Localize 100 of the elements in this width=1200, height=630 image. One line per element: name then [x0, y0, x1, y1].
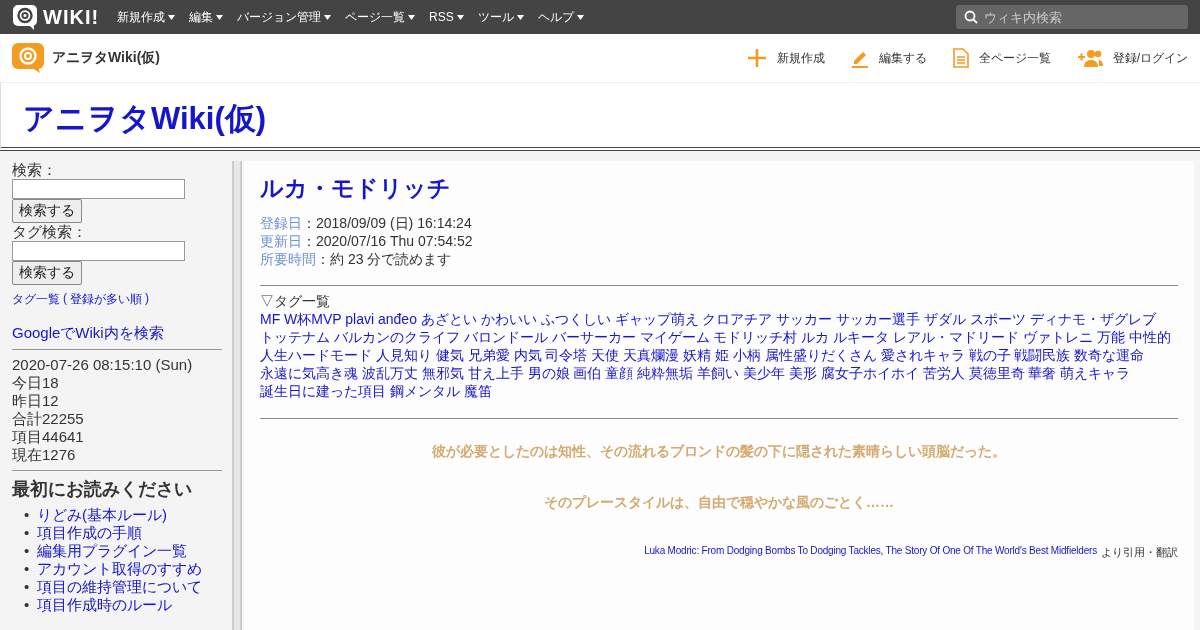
menu-item[interactable]: バージョン管理 [237, 8, 332, 26]
tag-link[interactable]: 莫徳里奇 [968, 365, 1025, 381]
tag-link[interactable]: 華奢 [1028, 365, 1057, 381]
tag-link[interactable]: 妖精 [683, 347, 712, 363]
tag-link[interactable]: 小柄 [732, 347, 761, 363]
tag-link[interactable]: 内気 [513, 347, 542, 363]
at-logo-icon[interactable] [12, 43, 44, 73]
tag-link[interactable]: 鋼メンタル [389, 383, 460, 399]
tag-link[interactable]: 美少年 [743, 365, 785, 381]
tag-link[interactable]: 万能 [1096, 329, 1125, 345]
guide-link[interactable]: 項目作成時のルール [37, 596, 172, 613]
bullet: • [24, 542, 31, 560]
plus-icon [746, 48, 767, 68]
tag-link[interactable]: 戦闘民族 [1014, 347, 1071, 363]
tag-link[interactable]: バロンドール [463, 329, 548, 345]
tag-link[interactable]: 天真爛漫 [623, 347, 680, 363]
tag-search-button[interactable]: 検索する [12, 261, 82, 285]
tag-link[interactable]: 画伯 [573, 365, 602, 381]
menu-item[interactable]: ヘルプ [537, 8, 584, 26]
tag-link[interactable]: クロアチア [702, 311, 773, 327]
tags-heading[interactable]: ▽タグ一覧 [260, 292, 1178, 310]
guide-link[interactable]: 編集用プラグイン一覧 [37, 542, 187, 559]
tag-link[interactable]: W杯MVP [284, 311, 342, 327]
search-input[interactable] [12, 179, 185, 199]
popular-tags-link[interactable]: 登録が多い順 [70, 291, 142, 308]
tag-link[interactable]: 苦労人 [922, 365, 965, 381]
menu-item[interactable]: ツール [477, 8, 524, 26]
tag-link[interactable]: 人見知り [375, 347, 432, 363]
tag-search-input[interactable] [12, 241, 185, 261]
menu-item[interactable]: 新規作成 [117, 8, 176, 26]
tag-link[interactable]: 健気 [435, 347, 464, 363]
quote-text: 彼が必要としたのは知性、その流れるブロンドの髪の下に隠された素晴らしい頭脳だった。 [431, 443, 1007, 461]
tag-link[interactable]: 誕生日に建った項目 [260, 383, 386, 399]
tag-link[interactable]: plavi anđeo [345, 311, 417, 327]
guide-link[interactable]: りどみ(基本ルール) [37, 506, 167, 523]
tag-link[interactable]: 人生ハードモード [260, 347, 372, 363]
guide-link[interactable]: 項目の維持管理について [37, 578, 202, 595]
tag-link[interactable]: スポーツ [969, 311, 1026, 327]
header-action-link[interactable]: 編集する [850, 48, 927, 68]
site-name[interactable]: アニヲタWiki(仮) [52, 49, 160, 67]
document-icon [952, 48, 969, 68]
tag-link[interactable]: 腐女子ホイホイ [820, 365, 919, 381]
tag-link[interactable]: バーサーカー [551, 329, 636, 345]
google-search-link[interactable]: GoogleでWiki内を検索 [12, 324, 232, 343]
site-title[interactable]: アニヲタWiki(仮) [23, 90, 267, 140]
tag-link[interactable]: あざとい [420, 311, 477, 327]
tag-link[interactable]: 無邪気 [421, 365, 464, 381]
search-button[interactable]: 検索する [12, 199, 82, 223]
tag-link[interactable]: 姫 [715, 347, 729, 363]
source-link[interactable]: Luka Modric: From Dodging Bombs To Dodging Tackles, The Story Of One Of The World's Best Midfielders [644, 545, 1097, 560]
search-icon [964, 10, 978, 24]
at-logo-icon [12, 4, 40, 30]
header-action-link[interactable]: 登録/ログイン [1076, 48, 1188, 68]
tag-link[interactable]: レアル・マドリード [893, 329, 1020, 345]
article-title[interactable]: ルカ・モドリッチ [260, 173, 1178, 204]
counter-text: 2020-07-26 08:15:10 (Sun) [12, 356, 194, 374]
tag-link[interactable]: ザダル [924, 311, 967, 327]
tag-link[interactable]: 兄弟愛 [467, 347, 510, 363]
tag-link[interactable]: ギャップ萌え [614, 311, 699, 327]
guide-link[interactable]: アカウント取得のすすめ [37, 560, 202, 577]
tag-link[interactable]: マイゲーム [639, 329, 710, 345]
tag-link[interactable]: ルカ [801, 329, 830, 345]
tag-link[interactable]: ルキータ [833, 329, 890, 345]
tag-link[interactable]: 萌えキャラ [1060, 365, 1131, 381]
tag-link[interactable]: 童顔 [605, 365, 634, 381]
tag-link[interactable]: 美形 [788, 365, 817, 381]
tag-link[interactable]: サッカー [776, 311, 833, 327]
menu-item[interactable]: RSS [429, 8, 464, 26]
tag-link[interactable]: モドリッチ村 [713, 329, 798, 345]
tag-link[interactable]: 純粋無垢 [637, 365, 694, 381]
tag-link[interactable]: 波乱万丈 [361, 365, 418, 381]
tag-link[interactable]: ヴァトレニ [1023, 329, 1093, 345]
guide-link[interactable]: 項目作成の手順 [37, 524, 142, 541]
tag-link[interactable]: バルカンのクライフ [333, 329, 460, 345]
search-field[interactable]: ウィキ内検索 [956, 5, 1188, 29]
menu-item[interactable]: ページ一覧 [345, 8, 416, 26]
tag-link[interactable]: 魔笛 [463, 383, 492, 399]
tag-link[interactable]: ふつくしい [540, 311, 611, 327]
tag-link[interactable]: ディナモ・ザグレブ [1029, 311, 1156, 327]
tag-link[interactable]: 中性的 [1128, 329, 1171, 345]
tag-link[interactable]: 永遠に気高き魂 [260, 365, 358, 381]
tag-link[interactable]: 数奇な運命 [1074, 347, 1145, 363]
wiki-logo-text[interactable]: WIKI! [43, 5, 100, 29]
tag-link[interactable]: 甘え上手 [467, 365, 524, 381]
tag-link[interactable]: 戦の子 [968, 347, 1011, 363]
tag-list-link[interactable]: タグ一覧 [12, 291, 60, 308]
tag-link[interactable]: 天使 [591, 347, 620, 363]
tag-link[interactable]: 羊飼い [697, 365, 740, 381]
tag-link[interactable]: 属性盛りだくさん [764, 347, 877, 363]
tag-link[interactable]: かわいい [480, 311, 537, 327]
counter-text: 現在1276 [12, 446, 77, 464]
header-action-link[interactable]: 全ページ一覧 [952, 48, 1051, 68]
tag-link[interactable]: 男の娘 [527, 365, 570, 381]
header-action-link[interactable]: 新規作成 [746, 48, 825, 68]
tag-link[interactable]: トッテナム [260, 329, 330, 345]
tag-link[interactable]: 愛されキャラ [880, 347, 965, 363]
tag-link[interactable]: 司令塔 [545, 347, 588, 363]
tag-link[interactable]: MF [260, 311, 281, 327]
tag-link[interactable]: サッカー選手 [836, 311, 921, 327]
menu-item[interactable]: 編集 [189, 8, 224, 26]
